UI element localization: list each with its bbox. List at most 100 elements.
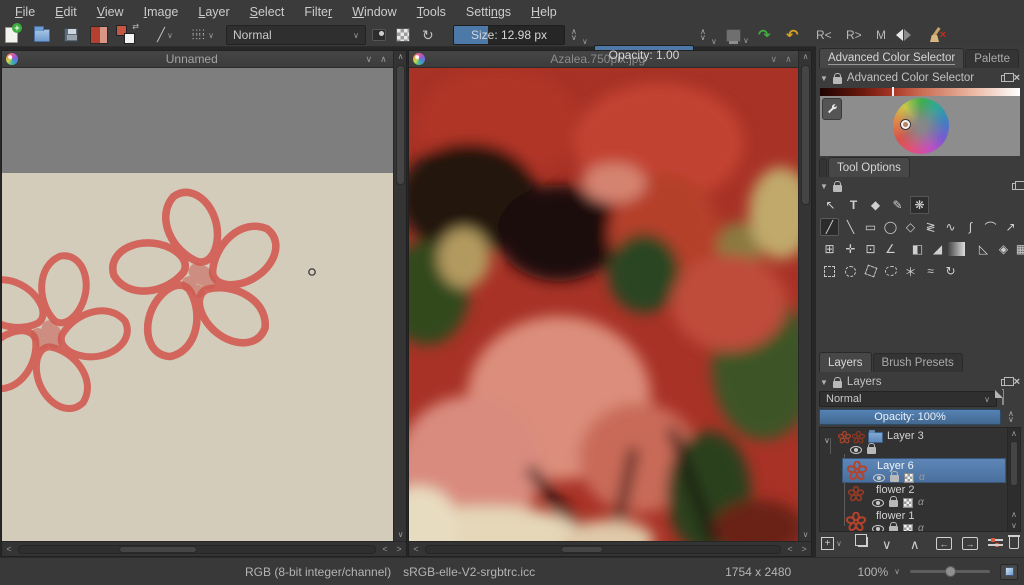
preserve-alpha-button[interactable] xyxy=(396,25,410,45)
unnamed-canvas-viewport[interactable] xyxy=(2,68,393,541)
similar-color-select-tool[interactable]: ≈ xyxy=(921,262,940,280)
float-docker-icon[interactable] xyxy=(1001,379,1009,386)
text-tool[interactable]: T xyxy=(844,196,863,214)
opacity-chevron-icon[interactable]: ∨ xyxy=(711,31,717,51)
menu-layer[interactable]: Layer xyxy=(189,2,238,22)
zoom-level-value[interactable]: 100% xyxy=(857,565,888,579)
layer-row-layer6-selected[interactable]: Layer 6 α xyxy=(842,458,1006,483)
multibrush-tool[interactable]: ↗ xyxy=(1001,218,1020,236)
tab-advanced-color-selector[interactable]: Advanced Color Selector xyxy=(819,48,964,68)
rotate-canvas-left-button[interactable]: R< xyxy=(816,25,832,45)
scroll-right-icon[interactable]: > xyxy=(392,544,406,554)
delete-layer-button[interactable] xyxy=(1009,537,1019,549)
color-picker-tool[interactable]: ◢ xyxy=(928,240,947,258)
fill-pattern-button[interactable]: ∷∷∷∷∨ xyxy=(186,25,220,45)
window-restore-icon[interactable]: ∧ xyxy=(785,54,792,65)
unnamed-title-bar[interactable]: Unnamed ∨ ∧ × xyxy=(2,51,406,68)
zoom-slider[interactable] xyxy=(910,570,990,573)
fg-bg-color-button[interactable]: ⇄ xyxy=(116,25,138,45)
layer-blend-mode-dropdown[interactable]: Normal∨ xyxy=(819,391,997,407)
brush-size-field[interactable]: Size: 12.98 px xyxy=(453,25,565,45)
dynamic-brush-tool[interactable]: ∫ xyxy=(961,218,980,236)
visibility-eye-icon[interactable] xyxy=(850,446,862,454)
zoom-slider-thumb[interactable] xyxy=(945,566,956,577)
save-button[interactable] xyxy=(64,25,78,45)
azalea-vertical-scrollbar[interactable]: ∧ ∨ xyxy=(798,51,811,541)
layer-filter-button[interactable] xyxy=(1002,390,1004,404)
gradient-tool[interactable] xyxy=(948,242,965,256)
reload-preset-button[interactable]: ↻ xyxy=(422,25,434,45)
pattern-edit-tool[interactable]: ❋ xyxy=(910,196,929,214)
alpha-lock-icon[interactable] xyxy=(904,473,914,483)
contiguous-select-tool[interactable]: ＊ xyxy=(901,262,920,280)
mirror-canvas-button[interactable] xyxy=(896,25,911,45)
scroll-left2-icon[interactable]: < xyxy=(783,544,797,554)
tab-palette[interactable]: Palette xyxy=(965,49,1019,68)
inherit-alpha-icon[interactable]: α xyxy=(918,523,924,532)
menu-file[interactable]: File xyxy=(6,2,44,22)
polyline-tool[interactable]: ≷ xyxy=(921,218,940,236)
mirror-view-button[interactable]: M xyxy=(876,25,886,45)
menu-window[interactable]: Window xyxy=(343,2,405,22)
fill-tool[interactable]: ◧ xyxy=(908,240,927,258)
window-minimize-icon[interactable]: ∨ xyxy=(771,54,778,65)
freehand-path-tool[interactable]: ⌒ xyxy=(981,218,1000,236)
size-chevron-icon[interactable]: ∨ xyxy=(582,31,588,51)
visibility-eye-icon[interactable] xyxy=(873,474,885,482)
artistic-text-tool[interactable]: ◆ xyxy=(866,196,885,214)
menu-tools[interactable]: Tools xyxy=(408,2,455,22)
gradient-chooser-button[interactable] xyxy=(90,25,108,45)
layer-properties-button[interactable] xyxy=(988,537,1003,548)
azalea-horizontal-scrollbar[interactable]: < < > xyxy=(409,541,811,556)
rectangle-tool[interactable]: ▭ xyxy=(861,218,880,236)
assistants-tool[interactable]: ◺ xyxy=(974,240,993,258)
layer-lock-icon[interactable] xyxy=(889,526,898,532)
layer-opacity-spinner[interactable]: ∧∨ xyxy=(1008,409,1014,425)
window-minimize-icon[interactable]: ∨ xyxy=(366,54,373,65)
calligraphy-tool[interactable]: ✎ xyxy=(888,196,907,214)
menu-filter[interactable]: Filter xyxy=(295,2,341,22)
scroll-left-icon[interactable]: < xyxy=(2,544,16,554)
color-selector-settings-button[interactable] xyxy=(822,98,842,120)
menu-help[interactable]: Help xyxy=(522,2,566,22)
tab-stub[interactable] xyxy=(819,158,827,177)
inherit-alpha-icon[interactable]: α xyxy=(919,472,925,483)
blend-mode-dropdown[interactable]: Normal∨ xyxy=(226,25,366,45)
visibility-eye-icon[interactable] xyxy=(872,525,884,533)
menu-view[interactable]: View xyxy=(88,2,133,22)
alpha-lock-icon[interactable] xyxy=(903,524,913,533)
unnamed-vertical-scrollbar[interactable]: ∧ ∨ xyxy=(393,51,406,541)
menu-image[interactable]: Image xyxy=(135,2,188,22)
visibility-eye-icon[interactable] xyxy=(872,499,884,507)
rotate-canvas-right-button[interactable]: R> xyxy=(846,25,862,45)
menu-select[interactable]: Select xyxy=(241,2,294,22)
window-restore-icon[interactable]: ∧ xyxy=(380,54,387,65)
menu-edit[interactable]: Edit xyxy=(46,2,86,22)
move-layer-up-button[interactable]: ∧ xyxy=(910,537,920,553)
move-tool[interactable]: ✛ xyxy=(841,240,860,258)
color-selector-area[interactable] xyxy=(820,96,1020,156)
move-layer-right-button[interactable]: → xyxy=(962,537,978,550)
tab-brush-presets[interactable]: Brush Presets xyxy=(873,353,963,372)
tab-tool-options[interactable]: Tool Options xyxy=(828,157,910,177)
menu-settings[interactable]: Settings xyxy=(457,2,520,22)
polygon-tool[interactable]: ◇ xyxy=(901,218,920,236)
inherit-alpha-icon[interactable]: α xyxy=(918,497,924,508)
measure-tool[interactable]: ∠ xyxy=(881,240,900,258)
freehand-select-tool[interactable] xyxy=(881,262,900,280)
line-tool[interactable]: ╲ xyxy=(841,218,860,236)
transform-tool[interactable]: ⊡ xyxy=(861,240,880,258)
collapse-triangle-icon[interactable]: ▼ xyxy=(820,182,828,191)
shape-select-tool[interactable]: ↖ xyxy=(821,196,840,214)
lock-docker-icon[interactable] xyxy=(833,77,842,84)
tab-layers[interactable]: Layers xyxy=(819,352,872,372)
add-layer-button[interactable]: +∨ xyxy=(821,537,842,550)
bezier-curve-tool[interactable]: ∿ xyxy=(941,218,960,236)
layer-row-flower1[interactable]: flower 1 α xyxy=(842,510,1006,532)
move-layer-left-button[interactable]: ← xyxy=(936,537,952,550)
preset-options-button[interactable]: ∨ xyxy=(726,25,749,45)
unnamed-horizontal-scrollbar[interactable]: < < > xyxy=(2,541,406,556)
shade-gradient-strip[interactable] xyxy=(820,88,1020,96)
scroll-left2-icon[interactable]: < xyxy=(378,544,392,554)
alpha-lock-icon[interactable] xyxy=(903,498,913,508)
